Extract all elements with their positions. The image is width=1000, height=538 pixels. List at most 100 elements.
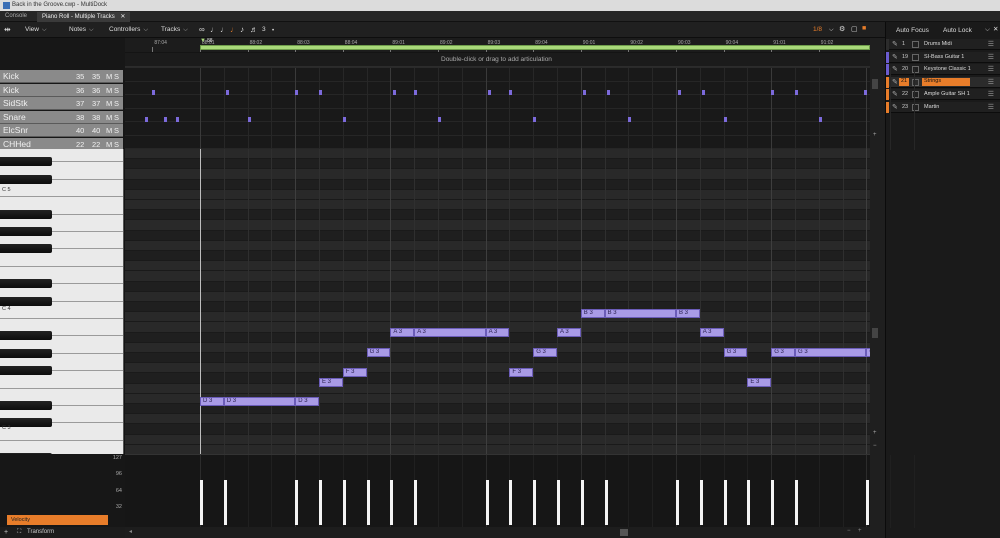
quarter-note-icon[interactable]: ♩ bbox=[230, 25, 238, 34]
mute-button[interactable]: M bbox=[106, 126, 112, 135]
zoom-out-icon[interactable]: − bbox=[847, 528, 851, 534]
drum-hit-snare[interactable] bbox=[247, 117, 251, 122]
track-menu-icon[interactable]: ☰ bbox=[988, 78, 994, 86]
drum-map-row[interactable]: Kick 35 35 M S bbox=[0, 70, 123, 83]
velocity-bar[interactable] bbox=[366, 479, 370, 525]
midi-note[interactable]: B 3 bbox=[604, 309, 676, 318]
view-menu[interactable]: View ⌵ bbox=[25, 26, 47, 34]
midi-note[interactable]: G 3 bbox=[771, 348, 795, 357]
controller-type-dropdown[interactable]: Velocity bbox=[7, 515, 108, 525]
black-key[interactable] bbox=[0, 366, 52, 376]
zoom-out-icon[interactable]: − bbox=[873, 443, 877, 449]
scroll-down-icon[interactable]: ⌵ bbox=[985, 26, 990, 34]
drum-hit-kick[interactable] bbox=[606, 90, 610, 95]
drum-hit-kick[interactable] bbox=[487, 90, 491, 95]
midi-note[interactable]: A 3 bbox=[390, 328, 415, 337]
drum-map-row[interactable]: SidStk 37 37 M S bbox=[0, 97, 123, 110]
midi-note[interactable]: F 3 bbox=[342, 368, 367, 377]
drum-hit-snare[interactable] bbox=[533, 117, 537, 122]
move-tool-icon[interactable]: ⇹ bbox=[4, 25, 11, 34]
midi-note[interactable]: D 3 bbox=[200, 397, 224, 406]
zoom-in-icon[interactable]: + bbox=[873, 430, 877, 436]
midi-note[interactable]: A 3 bbox=[485, 328, 510, 337]
velocity-bar[interactable] bbox=[319, 479, 322, 525]
velocity-bar[interactable] bbox=[414, 479, 418, 525]
black-key[interactable] bbox=[0, 244, 52, 254]
vertical-scrollbar[interactable]: + + − bbox=[870, 38, 885, 538]
tab-console[interactable]: Console bbox=[0, 12, 32, 22]
add-controller-icon[interactable]: + bbox=[4, 529, 8, 536]
track-row[interactable]: ✎ 23 Martin ☰ bbox=[886, 101, 1000, 113]
scroll-left-icon[interactable]: ◂ bbox=[129, 528, 132, 535]
velocity-bar[interactable] bbox=[699, 479, 703, 525]
drum-map-row[interactable]: Snare 38 38 M S bbox=[0, 110, 123, 124]
drum-hit-kick[interactable] bbox=[319, 90, 322, 95]
midi-note[interactable]: G 3 bbox=[795, 348, 867, 357]
note-grid[interactable]: D 3D 3D 3E 3F 3G 3A 3A 3A 3F 3G 3A 3B 3B… bbox=[125, 149, 870, 454]
black-key[interactable] bbox=[0, 348, 52, 358]
scroll-thumb-drums[interactable] bbox=[872, 79, 878, 89]
black-key[interactable] bbox=[0, 209, 52, 219]
drum-hit-kick[interactable] bbox=[864, 90, 868, 95]
zoom-in-icon[interactable]: + bbox=[873, 132, 877, 138]
black-key[interactable] bbox=[0, 157, 52, 167]
auto-lock-button[interactable]: Auto Lock bbox=[943, 27, 972, 34]
velocity-bar[interactable] bbox=[557, 479, 560, 525]
loop-region[interactable] bbox=[200, 45, 870, 50]
velocity-bar[interactable] bbox=[723, 479, 727, 525]
solo-button[interactable]: S bbox=[114, 113, 119, 122]
controllers-menu[interactable]: Controllers ⌵ bbox=[109, 26, 148, 34]
midi-note[interactable]: A 3 bbox=[414, 328, 486, 337]
solo-button[interactable]: S bbox=[114, 126, 119, 135]
velocity-bar[interactable] bbox=[390, 479, 394, 525]
black-key[interactable] bbox=[0, 331, 52, 341]
pencil-icon[interactable]: ✎ bbox=[892, 90, 898, 98]
velocity-bar[interactable] bbox=[676, 479, 679, 525]
piano-keyboard[interactable]: C 5 C 4 C 3 bbox=[0, 149, 124, 454]
velocity-bar[interactable] bbox=[747, 479, 751, 525]
velocity-bar[interactable] bbox=[771, 479, 775, 525]
track-menu-icon[interactable]: ☰ bbox=[988, 65, 994, 73]
drum-hit-kick[interactable] bbox=[295, 90, 299, 95]
midi-note[interactable]: D 3 bbox=[295, 397, 319, 406]
half-note-icon[interactable]: ♩ bbox=[220, 25, 228, 34]
velocity-pane[interactable] bbox=[125, 454, 915, 528]
midi-note[interactable]: F 3 bbox=[509, 368, 534, 377]
solo-button[interactable]: S bbox=[114, 86, 119, 95]
drum-hit-kick[interactable] bbox=[583, 90, 587, 95]
pencil-icon[interactable]: ✎ bbox=[892, 103, 898, 111]
drum-hit-snare[interactable] bbox=[438, 117, 441, 122]
now-marker-icon[interactable]: ▼ bbox=[200, 38, 206, 44]
horizontal-scrollbar[interactable]: ◂ − + bbox=[125, 527, 870, 538]
solo-button[interactable]: S bbox=[114, 99, 119, 108]
drum-hit-kick[interactable] bbox=[414, 90, 418, 95]
pencil-icon[interactable]: ✎ bbox=[892, 65, 898, 73]
black-key[interactable] bbox=[0, 401, 52, 410]
drum-hit-snare[interactable] bbox=[164, 117, 168, 122]
track-row[interactable]: ✎ 21 Strings ☰ bbox=[886, 76, 1000, 88]
mute-button[interactable]: M bbox=[106, 86, 112, 95]
close-icon[interactable]: ✕ bbox=[993, 25, 998, 33]
whole-note-icon[interactable]: ♩ bbox=[210, 25, 218, 34]
scroll-thumb-notes[interactable] bbox=[872, 328, 878, 338]
close-tab-icon[interactable]: ✕ bbox=[120, 14, 125, 20]
drum-hit-kick[interactable] bbox=[795, 90, 798, 95]
velocity-bar[interactable] bbox=[509, 479, 513, 525]
transform-label[interactable]: Transform bbox=[27, 529, 54, 535]
midi-note[interactable]: B 3 bbox=[676, 309, 700, 318]
dotted-icon[interactable]: • bbox=[272, 28, 274, 34]
velocity-bar[interactable] bbox=[223, 479, 227, 525]
notes-menu[interactable]: Notes ⌵ bbox=[69, 26, 94, 34]
midi-note[interactable]: D 3 bbox=[223, 397, 296, 406]
track-row[interactable]: ✎ 22 Ample Guitar SH 1 ☰ bbox=[886, 89, 1000, 100]
track-menu-icon[interactable]: ☰ bbox=[988, 103, 994, 111]
tab-piano-roll[interactable]: Piano Roll - Multiple Tracks ✕ bbox=[37, 12, 131, 22]
auto-focus-button[interactable]: Auto Focus bbox=[896, 27, 929, 34]
midi-note[interactable]: E 3 bbox=[319, 378, 343, 387]
velocity-bar[interactable] bbox=[342, 479, 346, 525]
articulation-lane[interactable]: Double-click or drag to add articulation bbox=[125, 53, 870, 67]
track-menu-icon[interactable]: ☰ bbox=[988, 53, 994, 61]
tracks-menu[interactable]: Tracks ⌵ bbox=[161, 26, 188, 34]
snap-value[interactable]: 1/8 bbox=[813, 26, 822, 33]
drum-hit-snare[interactable] bbox=[628, 117, 632, 122]
